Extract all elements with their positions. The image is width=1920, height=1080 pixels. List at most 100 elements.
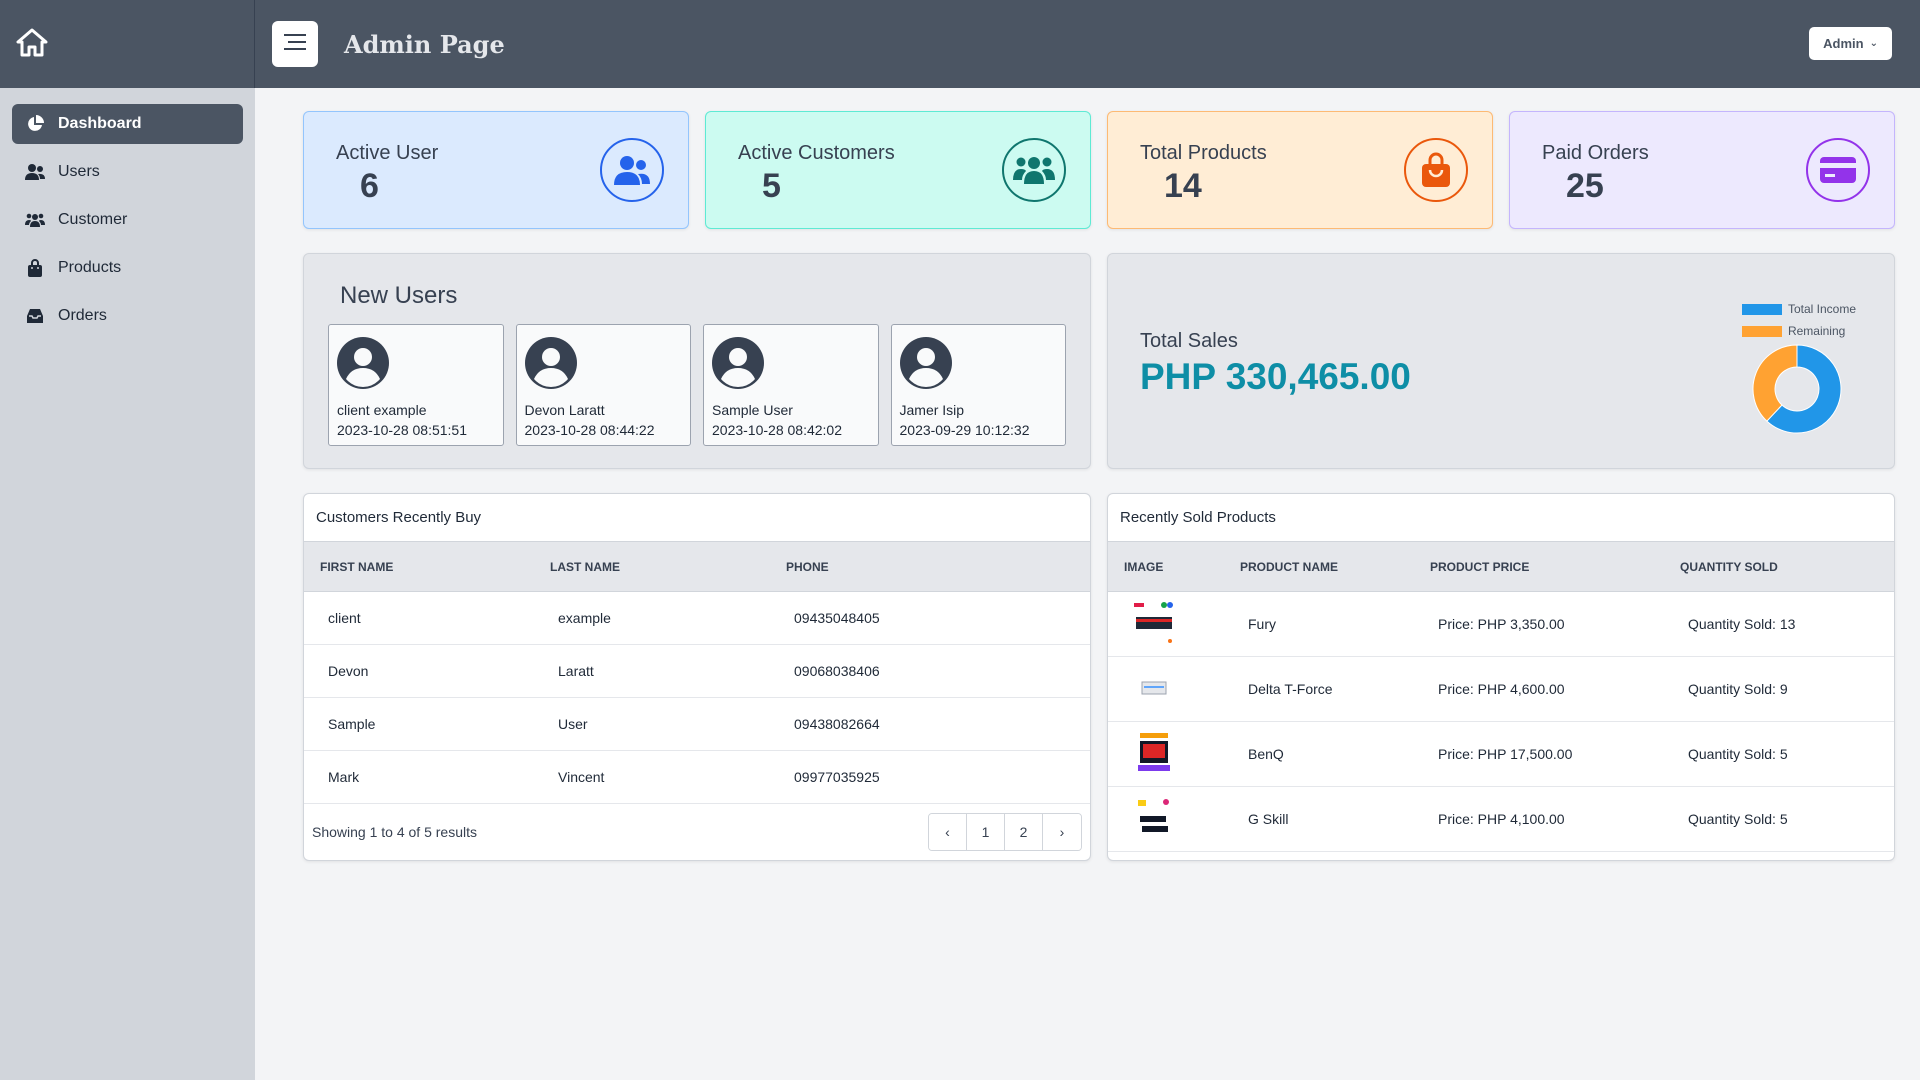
user-card[interactable]: client example 2023-10-28 08:51:51 [328, 324, 504, 446]
cell-last-name: User [558, 716, 588, 732]
table-row[interactable]: BenQ Price: PHP 17,500.00 Quantity Sold:… [1108, 722, 1894, 787]
hamburger-icon [284, 33, 306, 56]
sidebar-item-label: Users [58, 163, 100, 180]
user-name: Jamer Isip [899, 402, 965, 418]
table-row[interactable]: client example 09435048405 [304, 592, 1090, 645]
chart-legend: Total Income Remaining [1741, 298, 1856, 342]
cell-product-price: Price: PHP 4,100.00 [1438, 811, 1565, 827]
sidebar-item-label: Orders [58, 307, 107, 324]
column-header: QUANTITY SOLD [1680, 559, 1778, 574]
cell-product-price: Price: PHP 3,350.00 [1438, 616, 1565, 632]
sidebar-item-label: Customer [58, 211, 128, 228]
cell-quantity-sold: Quantity Sold: 9 [1688, 681, 1788, 697]
user-name: Sample User [712, 402, 793, 418]
user-date: 2023-10-28 08:44:22 [524, 422, 655, 438]
avatar [899, 337, 952, 393]
stat-card-paid-orders: Paid Orders 25 [1509, 111, 1895, 229]
cell-first-name: Devon [328, 663, 369, 679]
cell-image [1108, 796, 1232, 843]
user-card[interactable]: Devon Laratt 2023-10-28 08:44:22 [515, 324, 691, 446]
stat-card-active-customers: Active Customers 5 [705, 111, 1091, 229]
user-card[interactable]: Jamer Isip 2023-09-29 10:12:32 [890, 324, 1066, 446]
sidebar-item-products[interactable]: Products [12, 248, 243, 288]
prev-page-button[interactable]: ‹ [929, 814, 967, 850]
summary-row: New Users client example 2023-10-28 08:5… [303, 253, 1896, 469]
home-icon[interactable] [16, 27, 48, 62]
table-header-row: IMAGE PRODUCT NAME PRODUCT PRICE QUANTIT… [1108, 542, 1894, 592]
sidebar-item-label: Products [58, 259, 122, 276]
shopping-bag-icon [1404, 138, 1468, 202]
sidebar-item-users[interactable]: Users [12, 152, 243, 192]
total-sales-value: PHP 330,465.00 [1140, 356, 1411, 397]
user-name: client example [337, 402, 427, 418]
legend-swatch [1741, 303, 1782, 315]
cell-phone: 09068038406 [794, 663, 880, 679]
avatar [337, 337, 389, 393]
table-row[interactable]: Delta T-Force Price: PHP 4,600.00 Quanti… [1108, 657, 1894, 722]
people-group-icon [24, 209, 46, 231]
cell-quantity-sold: Quantity Sold: 5 [1688, 746, 1788, 762]
cell-phone: 09977035925 [794, 769, 880, 785]
page-title: Admin Page [344, 29, 505, 59]
page-button-2[interactable]: 2 [1005, 814, 1043, 850]
column-header: PHONE [786, 559, 829, 574]
stat-card-active-user: Active User 6 [303, 111, 689, 229]
cell-product-name: Fury [1248, 616, 1276, 632]
customers-table-title: Customers Recently Buy [304, 494, 1090, 542]
users-icon [24, 161, 46, 183]
pagination: ‹ 1 2 › [928, 813, 1082, 851]
table-row[interactable]: G Skill Price: PHP 4,100.00 Quantity Sol… [1108, 787, 1894, 852]
cell-product-name: BenQ [1248, 746, 1284, 762]
user-card[interactable]: Sample User 2023-10-28 08:42:02 [703, 324, 879, 446]
sales-donut-chart [1752, 344, 1842, 434]
inbox-icon [24, 305, 46, 327]
cell-product-price: Price: PHP 17,500.00 [1438, 746, 1573, 762]
table-footer: Showing 1 to 4 of 5 results ‹ 1 2 › [304, 804, 1090, 860]
results-summary: Showing 1 to 4 of 5 results [312, 824, 477, 840]
total-sales-panel: Total Sales PHP 330,465.00 Total Income … [1107, 253, 1895, 469]
cell-first-name: client [328, 610, 361, 626]
cell-first-name: Sample [328, 716, 376, 732]
products-table-title: Recently Sold Products [1108, 494, 1894, 542]
cell-product-name: Delta T-Force [1248, 681, 1333, 697]
shopping-bag-icon [24, 257, 46, 279]
legend-label: Remaining [1787, 324, 1846, 338]
main-content: Active User 6 Active Customers 5 Total P… [303, 111, 1896, 861]
user-menu-button[interactable]: Admin ⌄ [1809, 27, 1892, 60]
sidebar-item-customer[interactable]: Customer [12, 200, 243, 240]
table-row[interactable]: Devon Laratt 09068038406 [304, 645, 1090, 698]
sidebar-item-orders[interactable]: Orders [12, 296, 243, 336]
table-row[interactable]: Sample User 09438082664 [304, 698, 1090, 751]
new-users-title: New Users [340, 282, 458, 309]
product-thumbnail [1141, 681, 1167, 694]
sidebar-nav: Dashboard Users Customer Products Orders [0, 88, 255, 360]
user-date: 2023-09-29 10:12:32 [899, 422, 1030, 438]
product-thumbnail [1138, 732, 1170, 771]
legend-item-total-income[interactable]: Total Income [1741, 298, 1856, 320]
column-header: FIRST NAME [320, 559, 394, 574]
people-group-icon [1002, 138, 1066, 202]
chart-pie-icon [24, 113, 46, 135]
new-users-panel: New Users client example 2023-10-28 08:5… [303, 253, 1091, 469]
customers-table-panel: Customers Recently Buy FIRST NAME LAST N… [303, 493, 1091, 861]
chevron-right-icon: › [1059, 824, 1065, 840]
user-menu-label: Admin [1823, 36, 1864, 51]
menu-toggle-button[interactable] [272, 21, 318, 67]
page-button-1[interactable]: 1 [967, 814, 1005, 850]
stat-card-total-products: Total Products 14 [1107, 111, 1493, 229]
chevron-down-icon: ⌄ [1869, 38, 1878, 49]
column-header: PRODUCT PRICE [1430, 559, 1530, 574]
avatar [524, 337, 577, 393]
next-page-button[interactable]: › [1043, 814, 1081, 850]
column-header: IMAGE [1124, 559, 1164, 574]
top-header: Admin Page Admin ⌄ [255, 0, 1920, 88]
table-row[interactable]: Fury Price: PHP 3,350.00 Quantity Sold: … [1108, 592, 1894, 657]
sidebar-item-dashboard[interactable]: Dashboard [12, 104, 243, 144]
cell-image [1108, 601, 1232, 648]
cell-first-name: Mark [328, 769, 360, 785]
table-row[interactable]: Mark Vincent 09977035925 [304, 751, 1090, 804]
credit-card-icon [1806, 138, 1870, 202]
table-header-row: FIRST NAME LAST NAME PHONE [304, 542, 1090, 592]
legend-label: Total Income [1787, 302, 1856, 316]
legend-item-remaining[interactable]: Remaining [1741, 320, 1856, 342]
